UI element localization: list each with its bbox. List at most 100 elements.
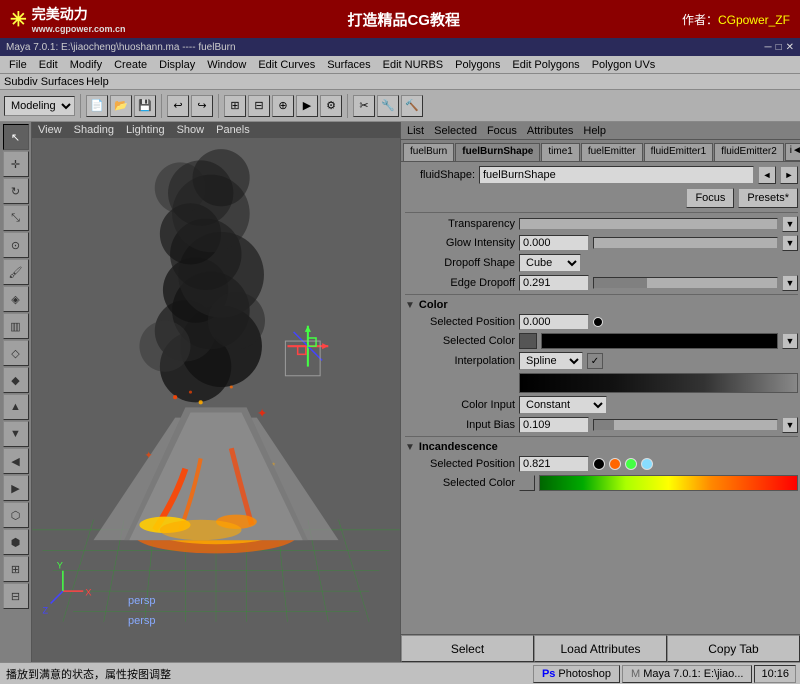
- tool-10[interactable]: ◆: [3, 367, 29, 393]
- color-input-select[interactable]: Constant Off Temperature Density: [519, 396, 607, 414]
- transparency-slider[interactable]: [519, 218, 778, 230]
- tool-15[interactable]: ⬡: [3, 502, 29, 528]
- save-btn[interactable]: 💾: [134, 95, 156, 117]
- presets-button[interactable]: Presets*: [738, 188, 798, 208]
- maximize-btn[interactable]: □: [776, 42, 782, 53]
- minimize-btn[interactable]: ─: [764, 42, 771, 53]
- tab-fuel-emitter[interactable]: fuelEmitter: [581, 143, 643, 161]
- cloth-tool[interactable]: ▥: [3, 313, 29, 339]
- lasso-tool[interactable]: ⊙: [3, 232, 29, 258]
- tool-12[interactable]: ▼: [3, 421, 29, 447]
- menu-edit-nurbs[interactable]: Edit NURBS: [378, 58, 449, 72]
- input-bias-btn[interactable]: ▼: [782, 417, 798, 433]
- tool-btn2[interactable]: 🔧: [377, 95, 399, 117]
- interpolation-select[interactable]: Spline Linear None Smooth Step: [519, 352, 583, 370]
- attr-menu-help[interactable]: Help: [583, 125, 606, 137]
- menu-display[interactable]: Display: [154, 58, 200, 72]
- tab-time1[interactable]: time1: [541, 143, 579, 161]
- input-bias-input[interactable]: [519, 417, 589, 433]
- snap-btn2[interactable]: ⊟: [248, 95, 270, 117]
- input-bias-slider[interactable]: [593, 419, 778, 431]
- fluid-shape-btn1[interactable]: ◄: [758, 166, 776, 184]
- selected-position-input[interactable]: [519, 314, 589, 330]
- menu-window[interactable]: Window: [202, 58, 251, 72]
- tab-fuel-burn-shape[interactable]: fuelBurnShape: [455, 143, 540, 161]
- menu-create[interactable]: Create: [109, 58, 152, 72]
- fluid-shape-btn2[interactable]: ►: [780, 166, 798, 184]
- menu-polygon-uvs[interactable]: Polygon UVs: [587, 58, 661, 72]
- viewport-menu-shading[interactable]: Shading: [74, 124, 114, 136]
- tool-17[interactable]: ⊞: [3, 556, 29, 582]
- color-ramp[interactable]: [519, 373, 798, 393]
- redo-btn[interactable]: ↪: [191, 95, 213, 117]
- focus-button[interactable]: Focus: [686, 188, 734, 208]
- settings-btn[interactable]: ⚙: [320, 95, 342, 117]
- select-tool[interactable]: ↖: [3, 124, 29, 150]
- tool-13[interactable]: ◀: [3, 448, 29, 474]
- menu-modify[interactable]: Modify: [65, 58, 107, 72]
- move-tool[interactable]: ✛: [3, 151, 29, 177]
- glow-intensity-slider[interactable]: [593, 237, 778, 249]
- tab-fluid-emitter1[interactable]: fluidEmitter1: [644, 143, 714, 161]
- viewport[interactable]: View Shading Lighting Show Panels Verts:…: [32, 122, 400, 662]
- scale-tool[interactable]: ⤡: [3, 205, 29, 231]
- tab-nav-prev[interactable]: i◄: [785, 143, 800, 161]
- menu-file[interactable]: File: [4, 58, 32, 72]
- menu-surfaces[interactable]: Surfaces: [322, 58, 375, 72]
- menu-edit[interactable]: Edit: [34, 58, 63, 72]
- tool-btn1[interactable]: ✂: [353, 95, 375, 117]
- select-button[interactable]: Select: [401, 635, 534, 662]
- menu-edit-curves[interactable]: Edit Curves: [253, 58, 320, 72]
- glow-intensity-btn[interactable]: ▼: [782, 235, 798, 251]
- tool-14[interactable]: ▶: [3, 475, 29, 501]
- tool-btn3[interactable]: 🔨: [401, 95, 423, 117]
- render-btn[interactable]: ▶: [296, 95, 318, 117]
- undo-btn[interactable]: ↩: [167, 95, 189, 117]
- menu-subdiv[interactable]: Subdiv Surfaces: [4, 76, 84, 88]
- open-btn[interactable]: 📂: [110, 95, 132, 117]
- paint-tool[interactable]: 🖌: [3, 259, 29, 285]
- load-attributes-button[interactable]: Load Attributes: [534, 635, 667, 662]
- color-section-header[interactable]: ▼ Color: [405, 299, 798, 311]
- menu-polygons[interactable]: Polygons: [450, 58, 505, 72]
- new-file-btn[interactable]: 📄: [86, 95, 108, 117]
- selected-color-menu[interactable]: ▼: [782, 333, 798, 349]
- window-controls[interactable]: ─ □ ✕: [764, 42, 794, 53]
- attr-menu-attributes[interactable]: Attributes: [527, 125, 573, 137]
- viewport-menu-lighting[interactable]: Lighting: [126, 124, 165, 136]
- mode-selector[interactable]: Modeling: [4, 96, 75, 116]
- incandescence-section-header[interactable]: ▼ Incandescence: [405, 441, 798, 453]
- incand-selected-pos-input[interactable]: [519, 456, 589, 472]
- incand-gradient[interactable]: [539, 475, 798, 491]
- viewport-menu-view[interactable]: View: [38, 124, 62, 136]
- close-btn[interactable]: ✕: [786, 42, 794, 53]
- taskbar-maya[interactable]: M Maya 7.0.1: E:\jiao...: [622, 665, 752, 683]
- menu-edit-polygons[interactable]: Edit Polygons: [507, 58, 584, 72]
- viewport-menu-show[interactable]: Show: [177, 124, 205, 136]
- menu-help[interactable]: Help: [86, 76, 109, 88]
- attr-menu-selected[interactable]: Selected: [434, 125, 477, 137]
- snap-btn3[interactable]: ⊕: [272, 95, 294, 117]
- dropoff-shape-select[interactable]: Cube Sphere Grid: [519, 254, 581, 272]
- tool-9[interactable]: ◇: [3, 340, 29, 366]
- edge-dropoff-slider[interactable]: [593, 277, 778, 289]
- sculpt-tool[interactable]: ◈: [3, 286, 29, 312]
- copy-tab-button[interactable]: Copy Tab: [667, 635, 800, 662]
- selected-color-swatch[interactable]: [541, 333, 778, 349]
- incand-color-btn[interactable]: [519, 475, 535, 491]
- tab-fluid-emitter2[interactable]: fluidEmitter2: [714, 143, 784, 161]
- fluid-shape-input[interactable]: [479, 166, 754, 184]
- viewport-menu-panels[interactable]: Panels: [216, 124, 250, 136]
- edge-dropoff-input[interactable]: [519, 275, 589, 291]
- tool-11[interactable]: ▲: [3, 394, 29, 420]
- edge-dropoff-btn[interactable]: ▼: [782, 275, 798, 291]
- tool-16[interactable]: ⬢: [3, 529, 29, 555]
- tool-18[interactable]: ⊟: [3, 583, 29, 609]
- attr-menu-list[interactable]: List: [407, 125, 424, 137]
- selected-color-swatch-btn[interactable]: [519, 333, 537, 349]
- glow-intensity-input[interactable]: [519, 235, 589, 251]
- snap-btn1[interactable]: ⊞: [224, 95, 246, 117]
- tab-fuel-burn[interactable]: fuelBurn: [403, 143, 454, 161]
- taskbar-photoshop[interactable]: Ps Photoshop: [533, 665, 620, 683]
- attr-menu-focus[interactable]: Focus: [487, 125, 517, 137]
